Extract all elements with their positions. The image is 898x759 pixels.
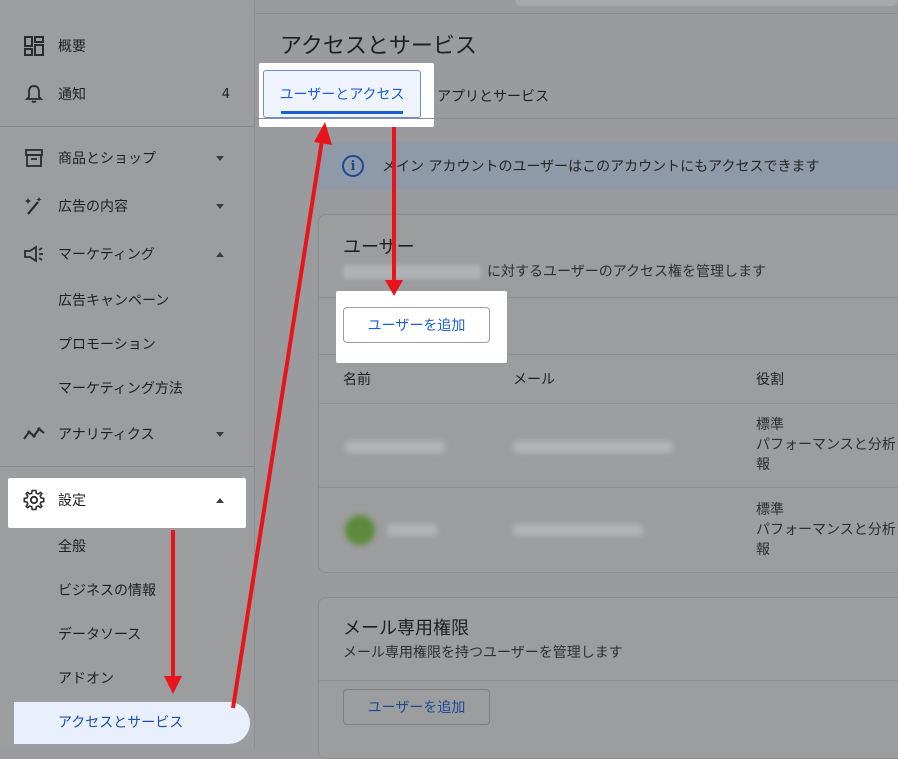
arrow-head xyxy=(314,122,332,145)
annotation-arrows xyxy=(164,122,403,709)
annotation-arrow-up xyxy=(231,133,325,709)
arrow-head xyxy=(164,676,182,694)
arrow-head xyxy=(385,280,403,296)
